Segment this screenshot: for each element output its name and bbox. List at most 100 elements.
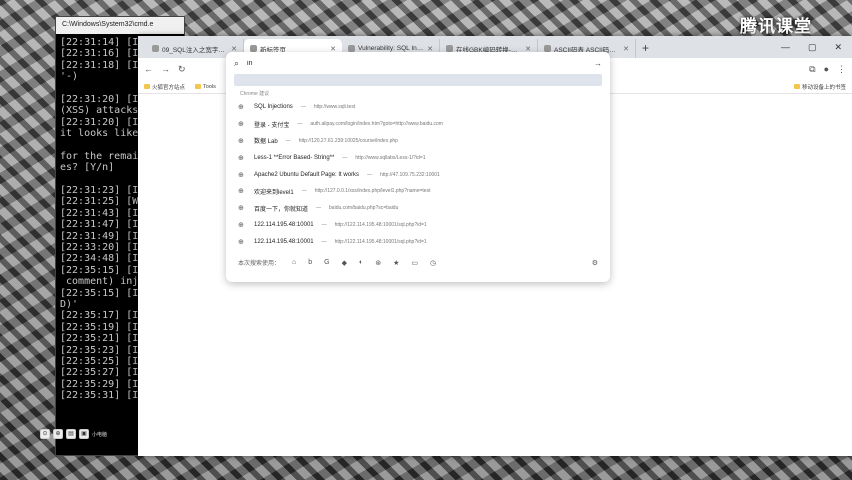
window-controls: — ▢ ✕ xyxy=(771,42,852,58)
bookmark-item[interactable]: Tools xyxy=(195,84,216,90)
suggestion-title: 122.114.195.48:10001 xyxy=(254,238,314,245)
suggestion-separator: — xyxy=(297,121,303,128)
browser-window[interactable]: 09_SQL注入之宽字节注入.pdf✕新标签页✕Vulnerability: S… xyxy=(138,36,852,456)
suggestion-url: http://47.109.75.232:10001 xyxy=(380,171,440,178)
suggestion-item[interactable]: ⊕ Apache2 Ubuntu Default Page: It works — h… xyxy=(226,166,610,183)
terminal-taskbar: ⊙ ⊕ ▤ ▣ 小电脑 xyxy=(40,428,140,440)
globe-icon: ⊕ xyxy=(238,154,244,162)
globe-icon: ⊕ xyxy=(238,188,244,196)
globe-icon: ⊕ xyxy=(238,205,244,213)
taskbar-button[interactable]: ⊙ xyxy=(40,429,50,439)
globe-icon: ⊕ xyxy=(238,104,244,112)
taskbar-button[interactable]: ⊕ xyxy=(53,429,63,439)
suggestions-header: Chrome 建议 xyxy=(240,91,270,97)
search-engine-4-icon[interactable]: ◆ xyxy=(342,259,347,267)
footer-label: 本次搜索使用： xyxy=(238,261,281,268)
bookmark-label: 移动设备上的书签 xyxy=(801,84,846,91)
terminal-title[interactable]: C:\Windows\System32\cmd.e xyxy=(56,17,184,34)
tencent-classroom-watermark: 腾讯课堂 xyxy=(740,17,812,36)
suggestion-separator: — xyxy=(342,154,348,161)
suggestion-item[interactable]: ⊕ 122.114.195.48:10001 — http://122.114.195… xyxy=(226,217,610,234)
bookmarks-search-icon[interactable]: ★ xyxy=(393,259,399,267)
suggestion-title: 欢迎来到level1 xyxy=(254,189,294,196)
history-search-icon[interactable]: ◷ xyxy=(430,259,436,267)
suggestion-item[interactable]: ⊕ Less-1 **Error Based- String** — http://w… xyxy=(226,149,610,166)
search-engine-2-icon[interactable]: b xyxy=(308,259,312,266)
suggestion-title: 数据 Lab xyxy=(254,139,278,146)
suggestion-url: http://122.114.195.48:10001/sql.php?id=1 xyxy=(334,221,427,228)
taskbar-button[interactable]: ▤ xyxy=(66,429,76,439)
tab-favicon-icon xyxy=(152,45,159,52)
suggestion-title: 122.114.195.48:10001 xyxy=(254,221,314,228)
tab-close-icon[interactable]: ✕ xyxy=(623,45,629,53)
bookmark-label: 火狐官方站点 xyxy=(152,84,186,91)
selected-suggestion-row[interactable] xyxy=(234,74,602,86)
forward-icon[interactable]: → xyxy=(161,64,170,74)
settings-icon[interactable]: ⚙ xyxy=(592,259,598,267)
bookmark-label: Tools xyxy=(203,83,216,90)
search-engine-3-icon[interactable]: G xyxy=(324,259,329,266)
globe-icon: ⊕ xyxy=(238,238,244,246)
tab-favicon-icon xyxy=(348,45,355,52)
suggestion-title: 登录 - 支付宝 xyxy=(254,122,290,129)
taskbar-label: 小电脑 xyxy=(92,431,108,438)
suggestion-url: http://120.27.61.239:10025/course/index.… xyxy=(298,137,398,144)
close-button[interactable]: ✕ xyxy=(834,42,842,53)
reload-icon[interactable]: ↻ xyxy=(178,64,186,75)
search-icon: ⌕ xyxy=(234,57,240,68)
globe-icon: ⊕ xyxy=(238,171,244,179)
suggestion-url: http://122.114.195.48:10001/sql.php?id=1 xyxy=(334,238,427,245)
search-engine-1-icon[interactable]: ⌂ xyxy=(292,259,296,266)
bookmark-item[interactable]: 火狐官方站点 xyxy=(144,83,185,91)
suggestion-separator: — xyxy=(321,238,327,245)
tab-favicon-icon xyxy=(250,45,257,52)
suggestion-separator: — xyxy=(321,221,327,228)
search-engine-footer: 本次搜索使用： ⌂ b G ◆ ◐ ⊛ ★ ▭ ◷ ⚙ xyxy=(226,250,610,275)
suggestion-title: Apache2 Ubuntu Default Page: It works xyxy=(254,171,360,178)
go-arrow-icon[interactable]: → xyxy=(594,59,602,68)
extensions-icon[interactable]: ⧉ xyxy=(809,64,815,75)
suggestion-title: Less-1 **Error Based- String** xyxy=(254,154,335,161)
bookmark-item[interactable]: 移动设备上的书签 xyxy=(793,83,846,91)
suggestion-url: http://127.0.0.1/xss/index.php/level1.ph… xyxy=(314,188,431,195)
search-engine-6-icon[interactable]: ⊛ xyxy=(375,259,381,267)
folder-icon xyxy=(793,84,800,89)
omnibox-input-row: ⌕ → xyxy=(226,52,610,74)
suggestion-url: baidu.com/baidu.php?sc=baidu xyxy=(329,205,399,212)
suggestion-separator: — xyxy=(285,137,291,144)
suggestion-url: auth.alipay.com/login/index.htm?goto=htt… xyxy=(310,121,443,128)
tab-favicon-icon xyxy=(544,45,551,52)
new-tab-button[interactable]: + xyxy=(636,41,655,58)
globe-icon: ⊕ xyxy=(238,121,244,129)
suggestion-item[interactable]: ⊕ 122.114.195.48:10001 — http://122.114.195… xyxy=(226,233,610,250)
suggestion-separator: — xyxy=(316,205,322,212)
tabs-search-icon[interactable]: ▭ xyxy=(411,259,418,267)
back-icon[interactable]: ← xyxy=(144,64,153,74)
tab-label: 09_SQL注入之宽字节注入.pdf xyxy=(162,46,228,54)
globe-icon: ⊕ xyxy=(238,221,244,229)
suggestion-separator: — xyxy=(301,188,307,195)
suggestion-item[interactable]: ⊕ 登录 - 支付宝 — auth.alipay.com/login/index.ht… xyxy=(226,116,610,133)
folder-icon xyxy=(144,84,150,89)
maximize-button[interactable]: ▢ xyxy=(808,42,817,53)
suggestion-item[interactable]: ⊕ 百度一下，你就知道 — baidu.com/baidu.php?sc=baidu xyxy=(226,200,610,217)
profile-icon[interactable]: ● xyxy=(824,64,829,74)
suggestion-separator: — xyxy=(367,171,373,178)
search-engine-5-icon[interactable]: ◐ xyxy=(359,259,363,266)
folder-icon xyxy=(195,84,202,89)
omnibox-dropdown: ⌕ → Chrome 建议 ⊕ SQL Injections — http://www… xyxy=(226,52,610,282)
suggestion-url: http://www.sqli.test xyxy=(313,104,356,111)
suggestion-item[interactable]: ⊕ 欢迎来到level1 — http://127.0.0.1/xss/index.p… xyxy=(226,183,610,200)
suggestion-item[interactable]: ⊕ 数据 Lab — http://120.27.61.239:10025/cours… xyxy=(226,133,610,150)
address-bar-input[interactable] xyxy=(247,59,586,67)
suggestion-title: 百度一下，你就知道 xyxy=(254,206,309,213)
taskbar-button[interactable]: ▣ xyxy=(79,429,89,439)
tab-label: Vulnerability: SQL Injection :: D xyxy=(358,45,424,52)
globe-icon: ⊕ xyxy=(238,137,244,145)
suggestion-title: SQL Injections xyxy=(254,104,293,111)
menu-icon[interactable]: ⋮ xyxy=(837,64,846,75)
suggestion-separator: — xyxy=(300,104,306,111)
tab-favicon-icon xyxy=(446,45,453,52)
minimize-button[interactable]: — xyxy=(781,42,790,53)
suggestion-item[interactable]: ⊕ SQL Injections — http://www.sqli.test xyxy=(226,99,610,116)
